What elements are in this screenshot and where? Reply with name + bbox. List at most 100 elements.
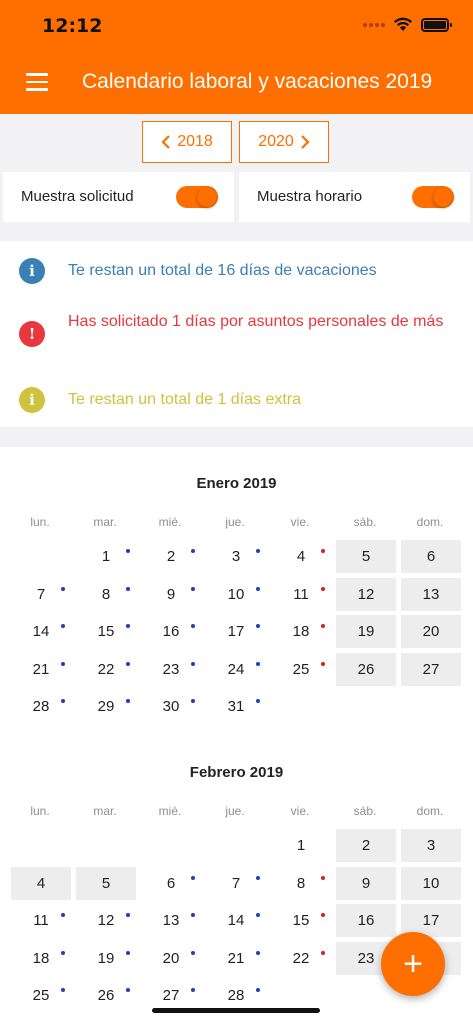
calendar-day[interactable]: 25 (271, 653, 331, 686)
weekday-header: lun. (30, 515, 50, 529)
weekday-header: vie. (290, 515, 310, 529)
day-status-dot (256, 624, 260, 628)
battery-icon (421, 17, 452, 32)
calendar-day[interactable]: 9 (336, 866, 396, 900)
day-status-dot (61, 661, 65, 666)
calendar-day[interactable]: 15 (76, 615, 136, 648)
calendar-day[interactable]: 22 (76, 653, 136, 686)
calendar-day[interactable]: 1 (76, 540, 136, 573)
calendar-day[interactable]: 23 (141, 653, 201, 686)
status-icons (363, 17, 452, 32)
calendar-day[interactable]: 10 (206, 578, 266, 611)
day-status-dot (191, 549, 195, 553)
day-status-dot (256, 549, 260, 553)
calendar-day[interactable]: 26 (76, 979, 136, 1012)
calendar-day[interactable]: 3 (401, 829, 461, 862)
weekday-header: vie. (290, 804, 310, 818)
calendar-day[interactable]: 5 (76, 866, 136, 900)
day-status-dot (61, 988, 65, 992)
calendar-day[interactable]: 19 (336, 615, 396, 648)
calendar-day[interactable]: 26 (336, 652, 396, 686)
day-status-dot (126, 549, 130, 553)
calendar-day[interactable]: 17 (206, 615, 266, 648)
calendar-day[interactable]: 15 (271, 904, 331, 937)
vacation-days-message: Te restan un total de 16 días de vacacio… (68, 262, 377, 279)
day-number: 1 (296, 837, 306, 854)
calendar-day[interactable]: 31 (206, 690, 266, 723)
calendar-day[interactable]: 3 (206, 540, 266, 573)
calendar-day[interactable]: 30 (141, 690, 201, 723)
calendar-day[interactable]: 6 (401, 540, 461, 573)
day-status-dot (256, 950, 260, 955)
page-title: Calendario laboral y vacaciones 2019 (82, 70, 433, 93)
show-request-card: Muestra solicitud (3, 172, 234, 222)
show-request-toggle[interactable] (176, 186, 218, 208)
day-status-dot (61, 950, 65, 955)
day-status-dot (256, 875, 260, 880)
day-number: 5 (101, 874, 111, 892)
calendar-day[interactable]: 9 (141, 578, 201, 611)
add-request-button[interactable]: + (381, 932, 445, 996)
calendar-day[interactable]: 6 (141, 867, 201, 900)
calendar-day[interactable]: 1 (271, 829, 331, 862)
calendar-day[interactable]: 18 (271, 615, 331, 648)
calendar-day[interactable]: 16 (141, 615, 201, 648)
calendar-day[interactable]: 4 (11, 866, 71, 900)
calendar-day[interactable]: 20 (141, 942, 201, 975)
calendar-day[interactable]: 14 (206, 904, 266, 937)
calendar-day[interactable]: 13 (401, 577, 461, 611)
day-status-dot (256, 699, 260, 703)
calendar-day[interactable]: 22 (271, 942, 331, 975)
alert-icon: ! (19, 321, 45, 347)
calendar-day[interactable]: 25 (11, 979, 71, 1012)
weekday-header: dom. (416, 804, 444, 818)
calendar-day[interactable]: 8 (271, 867, 331, 900)
day-status-dot (191, 661, 195, 666)
nav-bar: Calendario laboral y vacaciones 2019 (0, 50, 473, 114)
calendar-day[interactable]: 7 (206, 867, 266, 900)
calendar-day[interactable]: 19 (76, 942, 136, 975)
calendar-day[interactable]: 2 (336, 829, 396, 862)
calendar-day[interactable]: 11 (271, 578, 331, 611)
day-status-dot (256, 988, 260, 992)
calendar-day[interactable]: 29 (76, 690, 136, 723)
calendar-day[interactable]: 8 (76, 578, 136, 611)
calendar-day[interactable]: 12 (336, 577, 396, 611)
day-status-dot (256, 586, 260, 591)
day-status-dot (256, 913, 260, 917)
calendar-day[interactable]: 5 (336, 540, 396, 573)
weekday-header: mié. (158, 804, 182, 818)
day-status-dot (126, 699, 130, 703)
calendar-day[interactable]: 7 (11, 578, 71, 611)
calendar-day[interactable]: 24 (206, 653, 266, 686)
calendar-day[interactable]: 27 (401, 652, 461, 686)
calendar-day[interactable]: 11 (11, 904, 71, 937)
calendar-day[interactable]: 10 (401, 866, 461, 900)
day-number: 6 (426, 548, 436, 565)
calendar-day[interactable]: 28 (11, 690, 71, 723)
day-number: 10 (422, 874, 440, 892)
calendar-day[interactable]: 21 (11, 653, 71, 686)
previous-year-button[interactable]: 2018 (142, 121, 232, 163)
calendar-day[interactable]: 21 (206, 942, 266, 975)
hamburger-menu-icon[interactable] (26, 73, 48, 91)
extra-days-message: Te restan un total de 1 días extra (68, 391, 302, 408)
calendar-day[interactable]: 2 (141, 540, 201, 573)
calendar-day[interactable]: 13 (141, 904, 201, 937)
chevron-right-icon (301, 135, 310, 149)
day-status-dot (321, 586, 325, 591)
day-status-dot (321, 875, 325, 880)
day-number: 17 (422, 912, 440, 929)
day-number: 2 (361, 837, 371, 854)
day-status-dot (191, 913, 195, 917)
day-status-dot (126, 661, 130, 666)
show-schedule-toggle[interactable] (412, 186, 454, 208)
calendar-day[interactable]: 16 (336, 904, 396, 937)
day-number: 26 (357, 660, 375, 678)
calendar-day[interactable]: 4 (271, 540, 331, 573)
calendar-day[interactable]: 12 (76, 904, 136, 937)
next-year-button[interactable]: 2020 (239, 121, 329, 163)
calendar-day[interactable]: 20 (401, 615, 461, 648)
calendar-day[interactable]: 14 (11, 615, 71, 648)
calendar-day[interactable]: 18 (11, 942, 71, 975)
